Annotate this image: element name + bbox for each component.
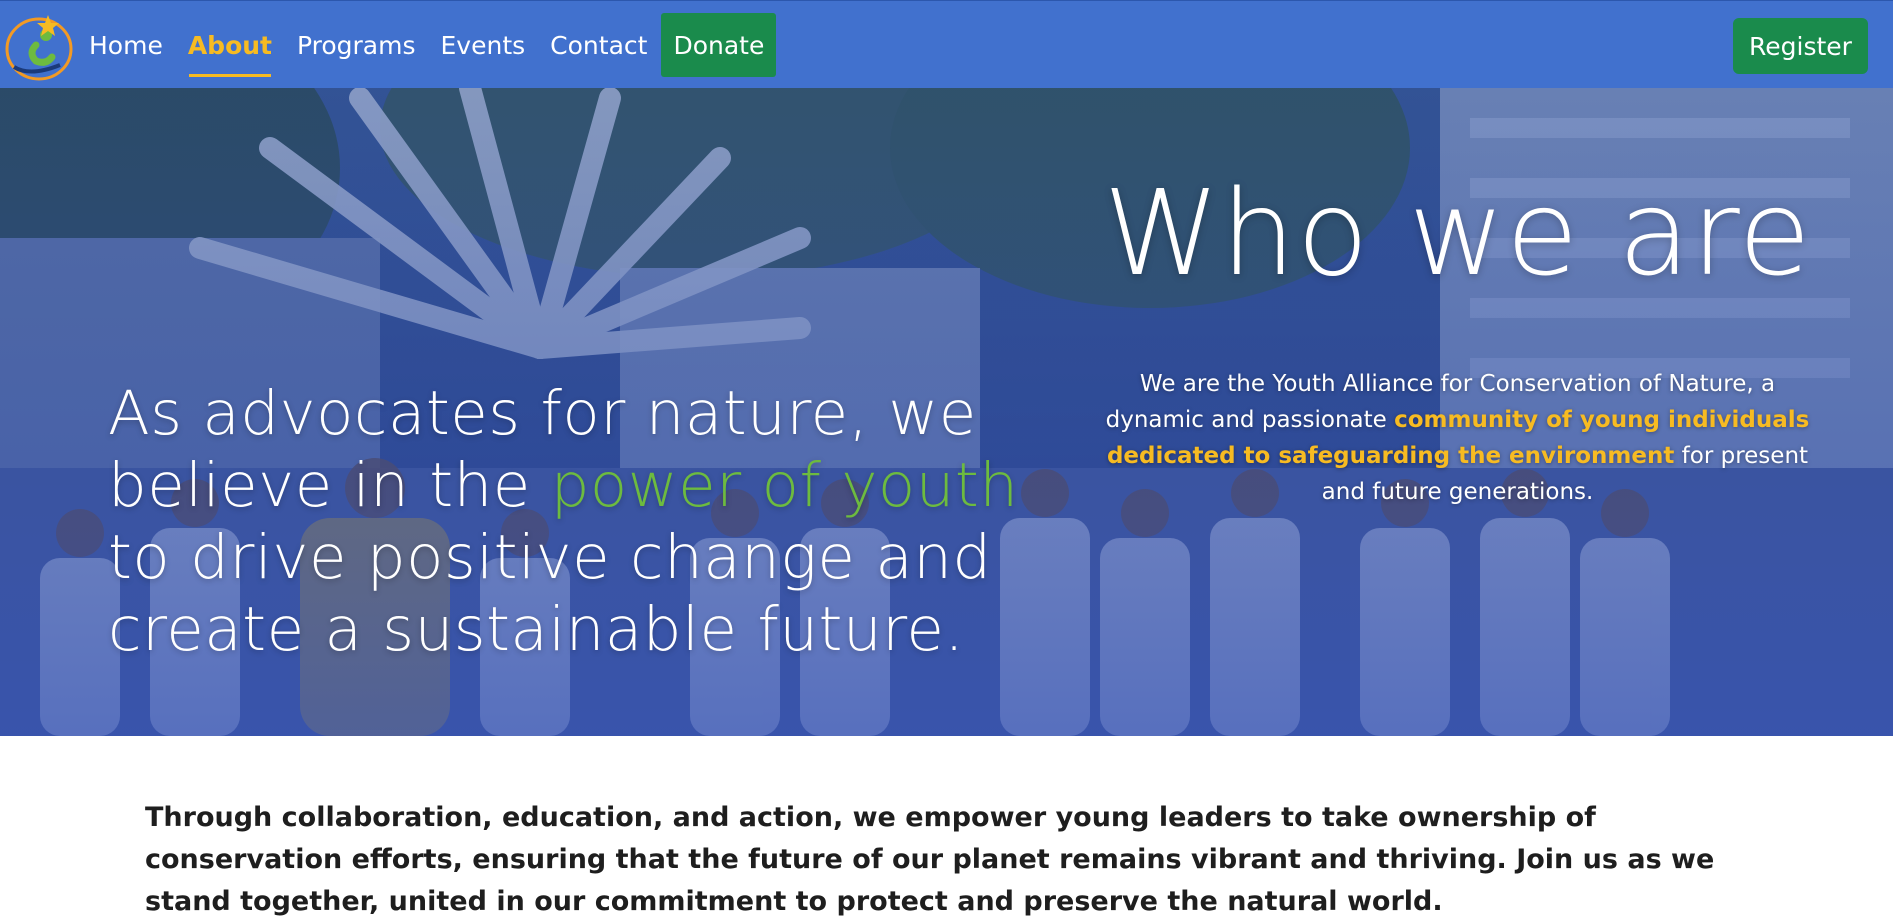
nav-contact[interactable]: Contact (539, 13, 658, 77)
nav-events[interactable]: Events (430, 13, 537, 77)
hero-tagline: As advocates for nature, we believe in t… (108, 378, 1068, 666)
nav-about[interactable]: About (177, 13, 283, 77)
youth-alliance-logo-icon[interactable] (0, 9, 78, 83)
navbar: Home About Programs Events Contact Donat… (0, 0, 1893, 88)
page-title: Who we are (1103, 164, 1812, 302)
who-we-are-block: Who we are We are the Youth Alliance for… (1095, 168, 1820, 510)
intro-paragraph: Through collaboration, education, and ac… (145, 802, 1715, 917)
nav-programs[interactable]: Programs (286, 13, 427, 77)
main-nav: Home About Programs Events Contact Donat… (78, 13, 779, 77)
nav-home[interactable]: Home (78, 13, 174, 77)
hero-tagline-highlight: power of youth (550, 450, 1019, 521)
register-button[interactable]: Register (1733, 18, 1868, 74)
donate-button[interactable]: Donate (661, 13, 777, 77)
hero-description: We are the Youth Alliance for Conservati… (1095, 366, 1820, 510)
hero-section: As advocates for nature, we believe in t… (0, 88, 1893, 736)
hero-tagline-part2: to drive positive change and create a su… (108, 522, 992, 665)
